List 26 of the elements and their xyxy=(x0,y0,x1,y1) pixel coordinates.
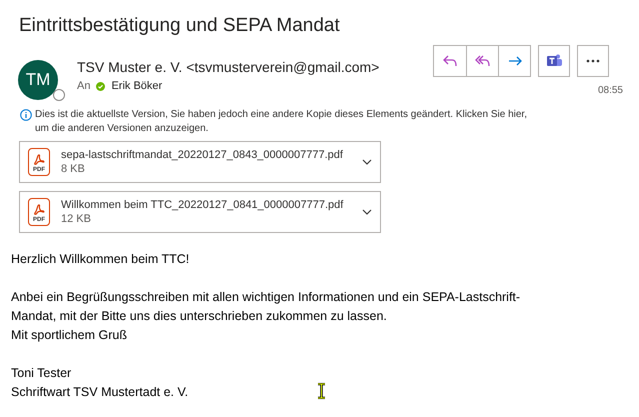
recipient-name: Erik Böker xyxy=(111,79,162,94)
to-label: An xyxy=(77,79,90,94)
received-time: 08:55 xyxy=(598,84,623,98)
info-icon xyxy=(20,109,32,121)
teams-icon xyxy=(545,53,563,69)
forward-icon xyxy=(506,54,522,68)
reply-icon xyxy=(442,54,458,68)
body-paragraph: Toni Tester Schriftwart TSV Mustertadt e. V. xyxy=(11,365,188,401)
presence-icon xyxy=(53,89,65,101)
attachment-size: 8 KB xyxy=(61,162,86,176)
reply-all-icon xyxy=(474,54,490,68)
attachment-size: 12 KB xyxy=(61,212,92,226)
chevron-down-icon[interactable] xyxy=(362,159,372,165)
body-paragraph: Anbei ein Begrüßungsschreiben mit allen wichtigen Informationen und ein SEPA-Lastschrift- Mandat, mit der Bitte uns dies unterschrieben zukommen zu lassen. Mit sportlichem Gruß xyxy=(11,289,520,344)
more-icon xyxy=(586,59,600,63)
check-icon xyxy=(96,82,106,91)
email-subject: Eintrittsbestätigung und SEPA Mandat xyxy=(19,14,340,38)
avatar: TM xyxy=(18,60,58,100)
text-cursor-icon xyxy=(317,383,326,399)
attachment-name: sepa-lastschriftmandat_20220127_0843_0000007777.pdf xyxy=(61,148,344,162)
body-paragraph: Herzlich Willkommen beim TTC! xyxy=(11,251,190,268)
chevron-down-icon[interactable] xyxy=(362,209,372,215)
attachment-name: Willkommen beim TTC_20220127_0841_0000007777.pdf xyxy=(61,198,344,212)
teams-button[interactable] xyxy=(538,45,570,77)
sender-name: TSV Muster e. V. <tsvmusterverein@gmail.com> xyxy=(77,58,380,76)
info-message: Dies ist die aktuellste Version, Sie haben jedoch eine andere Kopie dieses Elements geändert. Klicken Sie hier, um die anderen Versionen anzuzeigen. xyxy=(35,108,527,136)
